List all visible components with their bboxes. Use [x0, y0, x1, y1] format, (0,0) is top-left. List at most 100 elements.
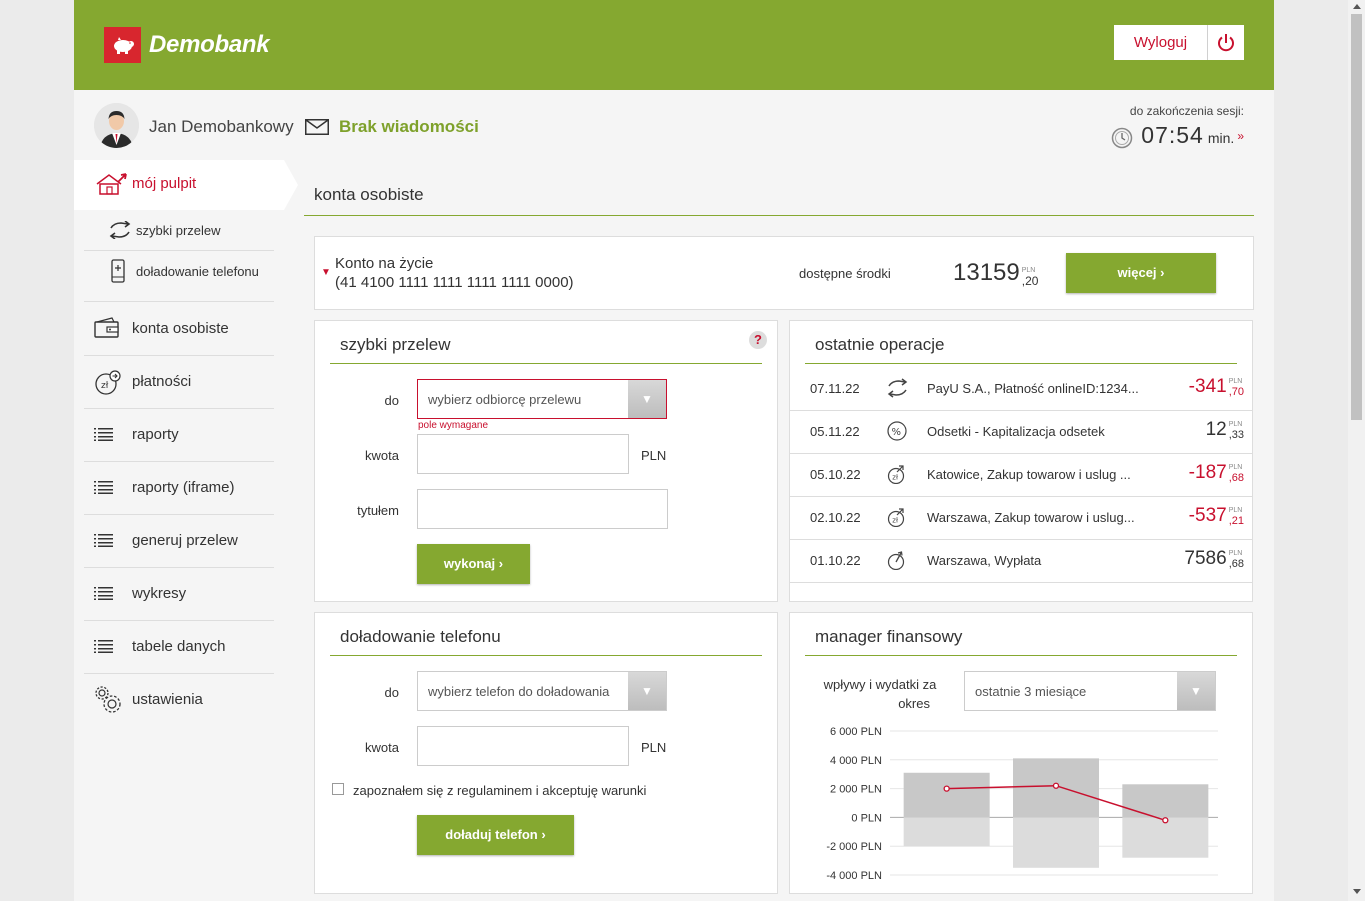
gears-icon [95, 686, 121, 713]
chevron-down-icon: ▼ [1177, 672, 1215, 710]
phone-topup-panel: doładowanie telefonu do wybierz telefon … [314, 612, 778, 894]
sidebar-item-data-tables[interactable]: tabele danych [84, 621, 274, 674]
recipient-select[interactable]: wybierz odbiorcę przelewu ▼ [417, 379, 667, 419]
session-extend-link[interactable]: » [1237, 129, 1244, 143]
operation-row[interactable]: 05.11.22% Odsetki - Kapitalizacja odsetek… [790, 411, 1252, 454]
chart-ytick-label: 6 000 PLN [830, 726, 882, 738]
operation-amount-decimal: ,68 [1228, 472, 1244, 484]
list-icon [94, 587, 113, 600]
sidebar-sub-label: doładowanie telefonu [136, 264, 259, 279]
sidebar-item-settings[interactable]: ustawienia [84, 674, 274, 726]
phone-select[interactable]: wybierz telefon do doładowania ▼ [417, 671, 667, 711]
logo[interactable]: Demobank [104, 27, 270, 63]
session-label: do zakończenia sesji: [1129, 104, 1244, 118]
section-title: konta osobiste [314, 185, 424, 204]
operation-row[interactable]: 07.11.22 PayU S.A., Płatność onlineID:123… [790, 368, 1252, 411]
payment-icon: zł [95, 370, 121, 395]
title-input[interactable] [417, 489, 668, 529]
operation-description: Warszawa, Wypłata [927, 553, 1042, 568]
period-label-line-1: wpływy i wydatki za [823, 677, 937, 692]
chart-bar-expense [1122, 817, 1209, 858]
scroll-up-icon[interactable] [1353, 4, 1361, 9]
sidebar-item-charts[interactable]: wykresy [84, 568, 274, 621]
chevron-down-icon: ▼ [628, 672, 666, 710]
svg-text:%: % [892, 427, 902, 438]
topup-amount-input[interactable] [417, 726, 629, 766]
envelope-icon [305, 119, 329, 135]
to-label: do [384, 685, 399, 700]
execute-button[interactable]: wykonaj › [417, 544, 530, 584]
operation-amount: -537 PLN ,21 [1189, 505, 1244, 527]
recipient-placeholder: wybierz odbiorcę przelewu [428, 392, 582, 407]
sidebar-item-label: ustawienia [132, 691, 203, 708]
expand-chevron-icon[interactable]: ▼ [321, 267, 331, 278]
operation-description: Odsetki - Kapitalizacja odsetek [927, 424, 1105, 439]
account-card: ▼ Konto na życie (41 4100 1111 1111 1111… [314, 236, 1254, 310]
operation-amount-decimal: ,70 [1228, 386, 1244, 398]
sidebar-item-reports-iframe[interactable]: raporty (iframe) [84, 462, 274, 515]
withdrawal-icon [887, 551, 905, 570]
operation-description: Warszawa, Zakup towarow i uslug... [927, 510, 1135, 525]
sidebar-item-reports[interactable]: raporty [84, 409, 274, 462]
operation-description: Katowice, Zakup towarow i uslug ... [927, 467, 1131, 482]
period-select[interactable]: ostatnie 3 miesiące ▼ [964, 671, 1216, 711]
messages-link[interactable]: Brak wiadomości [305, 117, 479, 137]
operation-row[interactable]: 02.10.22 zł Warszawa, Zakup towarow i uslu… [790, 497, 1252, 540]
power-icon[interactable] [1208, 25, 1244, 60]
account-number: (41 4100 1111 1111 1111 1111 0000) [335, 274, 574, 291]
operation-amount-decimal: ,21 [1228, 515, 1244, 527]
sidebar-item-label: wykresy [132, 585, 187, 602]
sidebar-item-generate-transfer[interactable]: generuj przelew [84, 515, 274, 568]
terms-checkbox[interactable] [332, 783, 344, 795]
avatar [94, 103, 139, 148]
operation-currency: PLN [1228, 378, 1243, 385]
phone-placeholder: wybierz telefon do doładowania [428, 684, 610, 699]
period-label: wpływy i wydatki za okres [810, 675, 950, 713]
amount-currency: PLN [641, 448, 667, 463]
finance-manager-panel: manager finansowy wpływy i wydatki za ok… [789, 612, 1253, 894]
operation-currency: PLN [1228, 421, 1243, 428]
operation-date: 07.11.22 [810, 381, 860, 396]
quick-transfer-panel: szybki przelew ? do wybierz odbiorcę prz… [314, 320, 778, 602]
header: Demobank Wyloguj [74, 0, 1274, 90]
operation-row[interactable]: 01.10.22 Warszawa, Wypłata 7586 PLN ,68 [790, 540, 1252, 583]
operation-row[interactable]: 05.10.22 zł Katowice, Zakup towarow i uslu… [790, 454, 1252, 497]
finance-chart: 6 000 PLN 4 000 PLN 2 000 PLN 0 PLN -2 000 P… [826, 726, 1218, 882]
recent-operations-panel: ostatnie operacje 07.11.22 PayU S.A., Pła… [789, 320, 1253, 602]
sidebar-item-accounts[interactable]: konta osobiste [84, 303, 274, 356]
scroll-down-icon[interactable] [1353, 889, 1361, 894]
amount-label: kwota [365, 740, 399, 755]
chart-bar-income [1122, 784, 1209, 818]
chart-balance-point[interactable] [1052, 782, 1060, 789]
phone-icon [111, 259, 125, 283]
wallet-icon [94, 317, 119, 338]
operation-amount-integer: 12 [1205, 419, 1227, 440]
topup-button[interactable]: doładuj telefon › [417, 815, 574, 855]
amount-input[interactable] [417, 434, 629, 474]
payment-icon: zł [887, 465, 905, 484]
sidebar-sub-phone-topup[interactable]: doładowanie telefonu [84, 251, 274, 302]
more-button[interactable]: więcej › [1066, 253, 1216, 293]
svg-text:zł: zł [892, 517, 898, 525]
sidebar-sub-quick-transfer[interactable]: szybki przelew [84, 210, 274, 251]
section-divider [304, 215, 1254, 216]
chart-bar-expense [903, 817, 990, 847]
chart-balance-point[interactable] [943, 785, 950, 792]
period-label-line-2: okres [898, 696, 930, 711]
scrollbar-thumb[interactable] [1351, 14, 1362, 420]
operation-date: 01.10.22 [810, 553, 861, 568]
svg-text:zł: zł [892, 474, 898, 482]
chart-balance-point[interactable] [1162, 817, 1169, 824]
account-name: Konto na życie [335, 255, 434, 272]
scrollbar[interactable] [1348, 0, 1365, 901]
sidebar-item-dashboard[interactable]: mój pulpit [74, 160, 298, 210]
amount-currency: PLN [641, 740, 667, 755]
help-icon[interactable]: ? [749, 331, 767, 349]
list-icon [94, 428, 113, 441]
chart-ytick-label: 0 PLN [851, 812, 882, 824]
logout-button[interactable]: Wyloguj [1114, 25, 1208, 60]
sidebar-item-payments[interactable]: zł płatności [84, 356, 274, 409]
panel-divider [805, 655, 1237, 656]
operation-currency: PLN [1228, 464, 1243, 471]
sidebar-item-label: raporty [132, 426, 179, 443]
